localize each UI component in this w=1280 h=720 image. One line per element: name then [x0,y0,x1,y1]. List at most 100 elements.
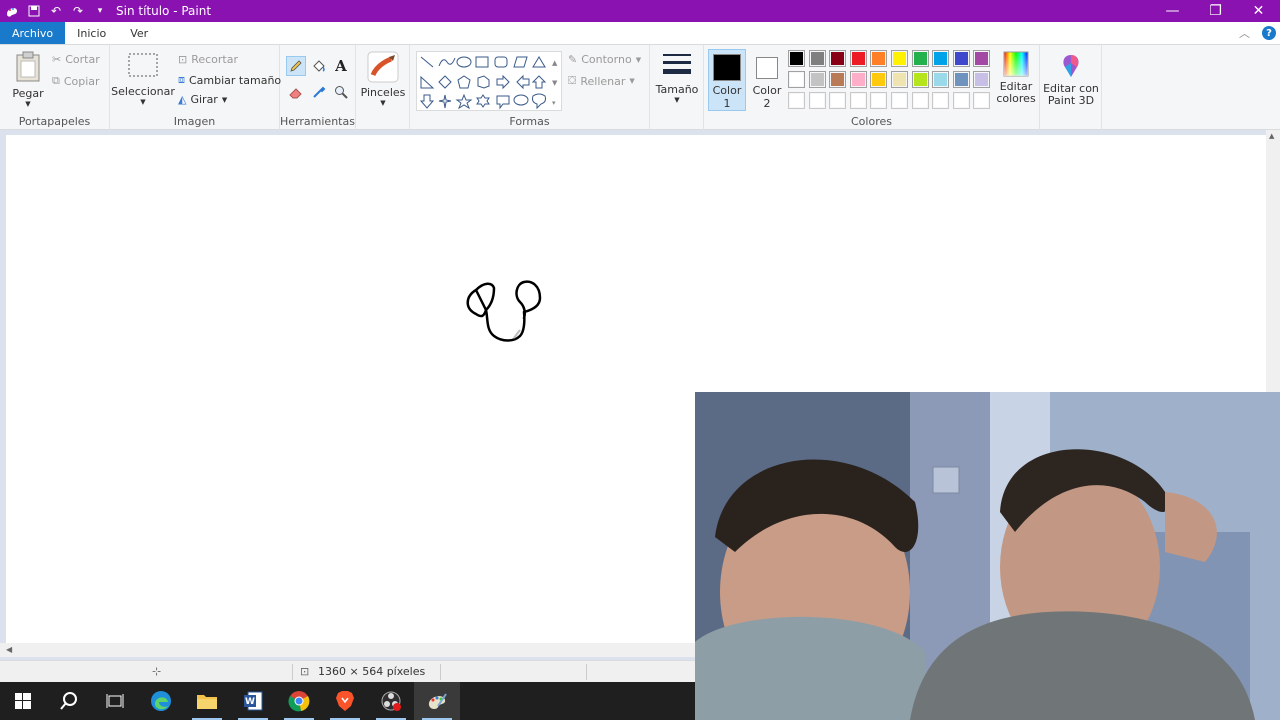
color-swatch[interactable] [829,50,847,67]
help-icon[interactable]: ? [1262,26,1276,40]
undo-icon[interactable]: ↶ [48,3,64,19]
brushes-button[interactable]: Pinceles ▼ [360,51,406,107]
brush-icon [367,51,399,83]
crop-button[interactable]: ⊡ Recortar [178,53,238,66]
color-swatch[interactable] [932,50,950,67]
shapes-scroll[interactable]: ▲ ▼ ▾ [552,53,560,113]
minimize-button[interactable]: — [1151,0,1194,22]
fill-button[interactable]: ⛋ Rellenar ▼ [568,74,635,88]
color-swatch[interactable] [891,50,908,67]
shapes-gallery[interactable] [416,51,562,111]
selection-rect-icon [128,53,158,77]
tab-home[interactable]: Inicio [65,22,118,44]
color-swatch[interactable] [870,71,888,88]
color-swatch[interactable] [932,71,950,88]
copy-button[interactable]: ⧉ Copiar [52,74,100,88]
color2-label: Color [752,84,782,97]
search-button[interactable] [46,682,92,720]
chrome-button[interactable] [276,682,322,720]
edge-button[interactable] [138,682,184,720]
magnifier-icon [335,86,348,99]
select-button[interactable]: Seleccionar ▼ [111,51,175,106]
color-swatch[interactable] [808,50,826,67]
edit-colors-button[interactable]: Editar colores [994,51,1038,105]
color-swatch[interactable] [849,50,867,67]
fill-bucket-icon: ⛋ [568,74,577,87]
color-swatch[interactable] [973,92,991,109]
save-icon[interactable] [26,3,42,19]
edit-paint3d-button[interactable]: Editar con Paint 3D [1042,53,1100,107]
task-view-button[interactable] [92,682,138,720]
color-picker-tool[interactable] [309,82,329,102]
color-wheel-icon [1003,51,1029,77]
color-swatch[interactable] [952,92,970,109]
color-swatch[interactable] [973,50,991,67]
tab-view[interactable]: Ver [118,22,160,44]
color-swatch[interactable] [891,92,908,109]
text-tool[interactable]: A [331,56,351,76]
tools-group: A Herramientas [280,45,356,131]
brave-button[interactable] [322,682,368,720]
pencil-tool[interactable] [286,56,306,76]
obs-button[interactable] [368,682,414,720]
color1-button[interactable]: Color 1 [708,49,746,111]
color-swatch-fill [810,94,824,107]
paste-button[interactable]: Pegar ▼ [8,51,48,108]
start-button[interactable] [0,682,46,720]
color-swatch[interactable] [849,92,867,109]
customize-toolbar-icon[interactable]: ▾ [92,3,108,19]
scroll-up-icon[interactable]: ▲ [1269,132,1274,140]
color-swatch-fill [975,94,989,107]
paint-palette-icon [428,693,447,710]
color-swatch[interactable] [808,71,826,88]
paint-button[interactable] [414,682,460,720]
color2-button[interactable]: Color 2 [750,49,784,111]
pencil-icon [290,60,302,72]
word-button[interactable]: W [230,682,276,720]
color-swatch[interactable] [788,71,805,88]
color-swatch-fill [913,52,927,65]
cut-button[interactable]: ✂ Cortar [52,53,100,66]
collapse-ribbon-icon[interactable]: ︿ [1239,25,1250,41]
color-swatch[interactable] [870,92,888,109]
title-bar: ↶ ↷ ▾ Sin título - Paint — ❐ ✕ [0,0,1280,22]
file-explorer-button[interactable] [184,682,230,720]
color-swatch[interactable] [788,92,805,109]
color-swatch[interactable] [808,92,826,109]
color-swatch[interactable] [849,71,867,88]
fill-tool[interactable] [309,56,329,76]
magnifier-tool[interactable] [331,82,351,102]
tab-file[interactable]: Archivo [0,22,66,44]
eraser-tool[interactable] [286,82,306,102]
color-swatch[interactable] [788,50,805,67]
clipboard-icon [16,51,40,82]
size-button[interactable]: Tamaño ▼ [654,51,700,104]
color-swatch[interactable] [829,71,847,88]
color-swatch[interactable] [952,71,970,88]
color-swatch[interactable] [952,50,970,67]
resize-button[interactable]: ⧈ Cambiar tamaño [178,73,281,87]
fill-label: Rellenar [580,74,626,88]
color-swatch[interactable] [891,71,908,88]
copy-icon: ⧉ [52,74,60,87]
redo-icon[interactable]: ↷ [70,3,86,19]
rotate-button[interactable]: ◭ Girar ▼ [178,93,227,106]
close-button[interactable]: ✕ [1237,0,1280,22]
color-swatch[interactable] [829,92,847,109]
color-swatch-fill [913,73,927,86]
scroll-left-icon[interactable]: ◀ [6,645,12,654]
color-swatch-fill [934,73,948,86]
color-swatch[interactable] [911,71,929,88]
chevron-down-icon: ▼ [25,100,31,108]
webcam-image [695,392,1280,720]
outline-button[interactable]: ✎ Contorno ▼ [568,53,641,66]
quick-access-toolbar: ↶ ↷ ▾ [0,3,108,19]
color1-number: 1 [723,97,731,110]
color-swatch[interactable] [911,92,929,109]
color-swatch[interactable] [973,71,991,88]
color-swatch-fill [851,73,865,86]
restore-button[interactable]: ❐ [1194,0,1237,22]
color-swatch[interactable] [932,92,950,109]
color-swatch[interactable] [870,50,888,67]
color-swatch[interactable] [911,50,929,67]
